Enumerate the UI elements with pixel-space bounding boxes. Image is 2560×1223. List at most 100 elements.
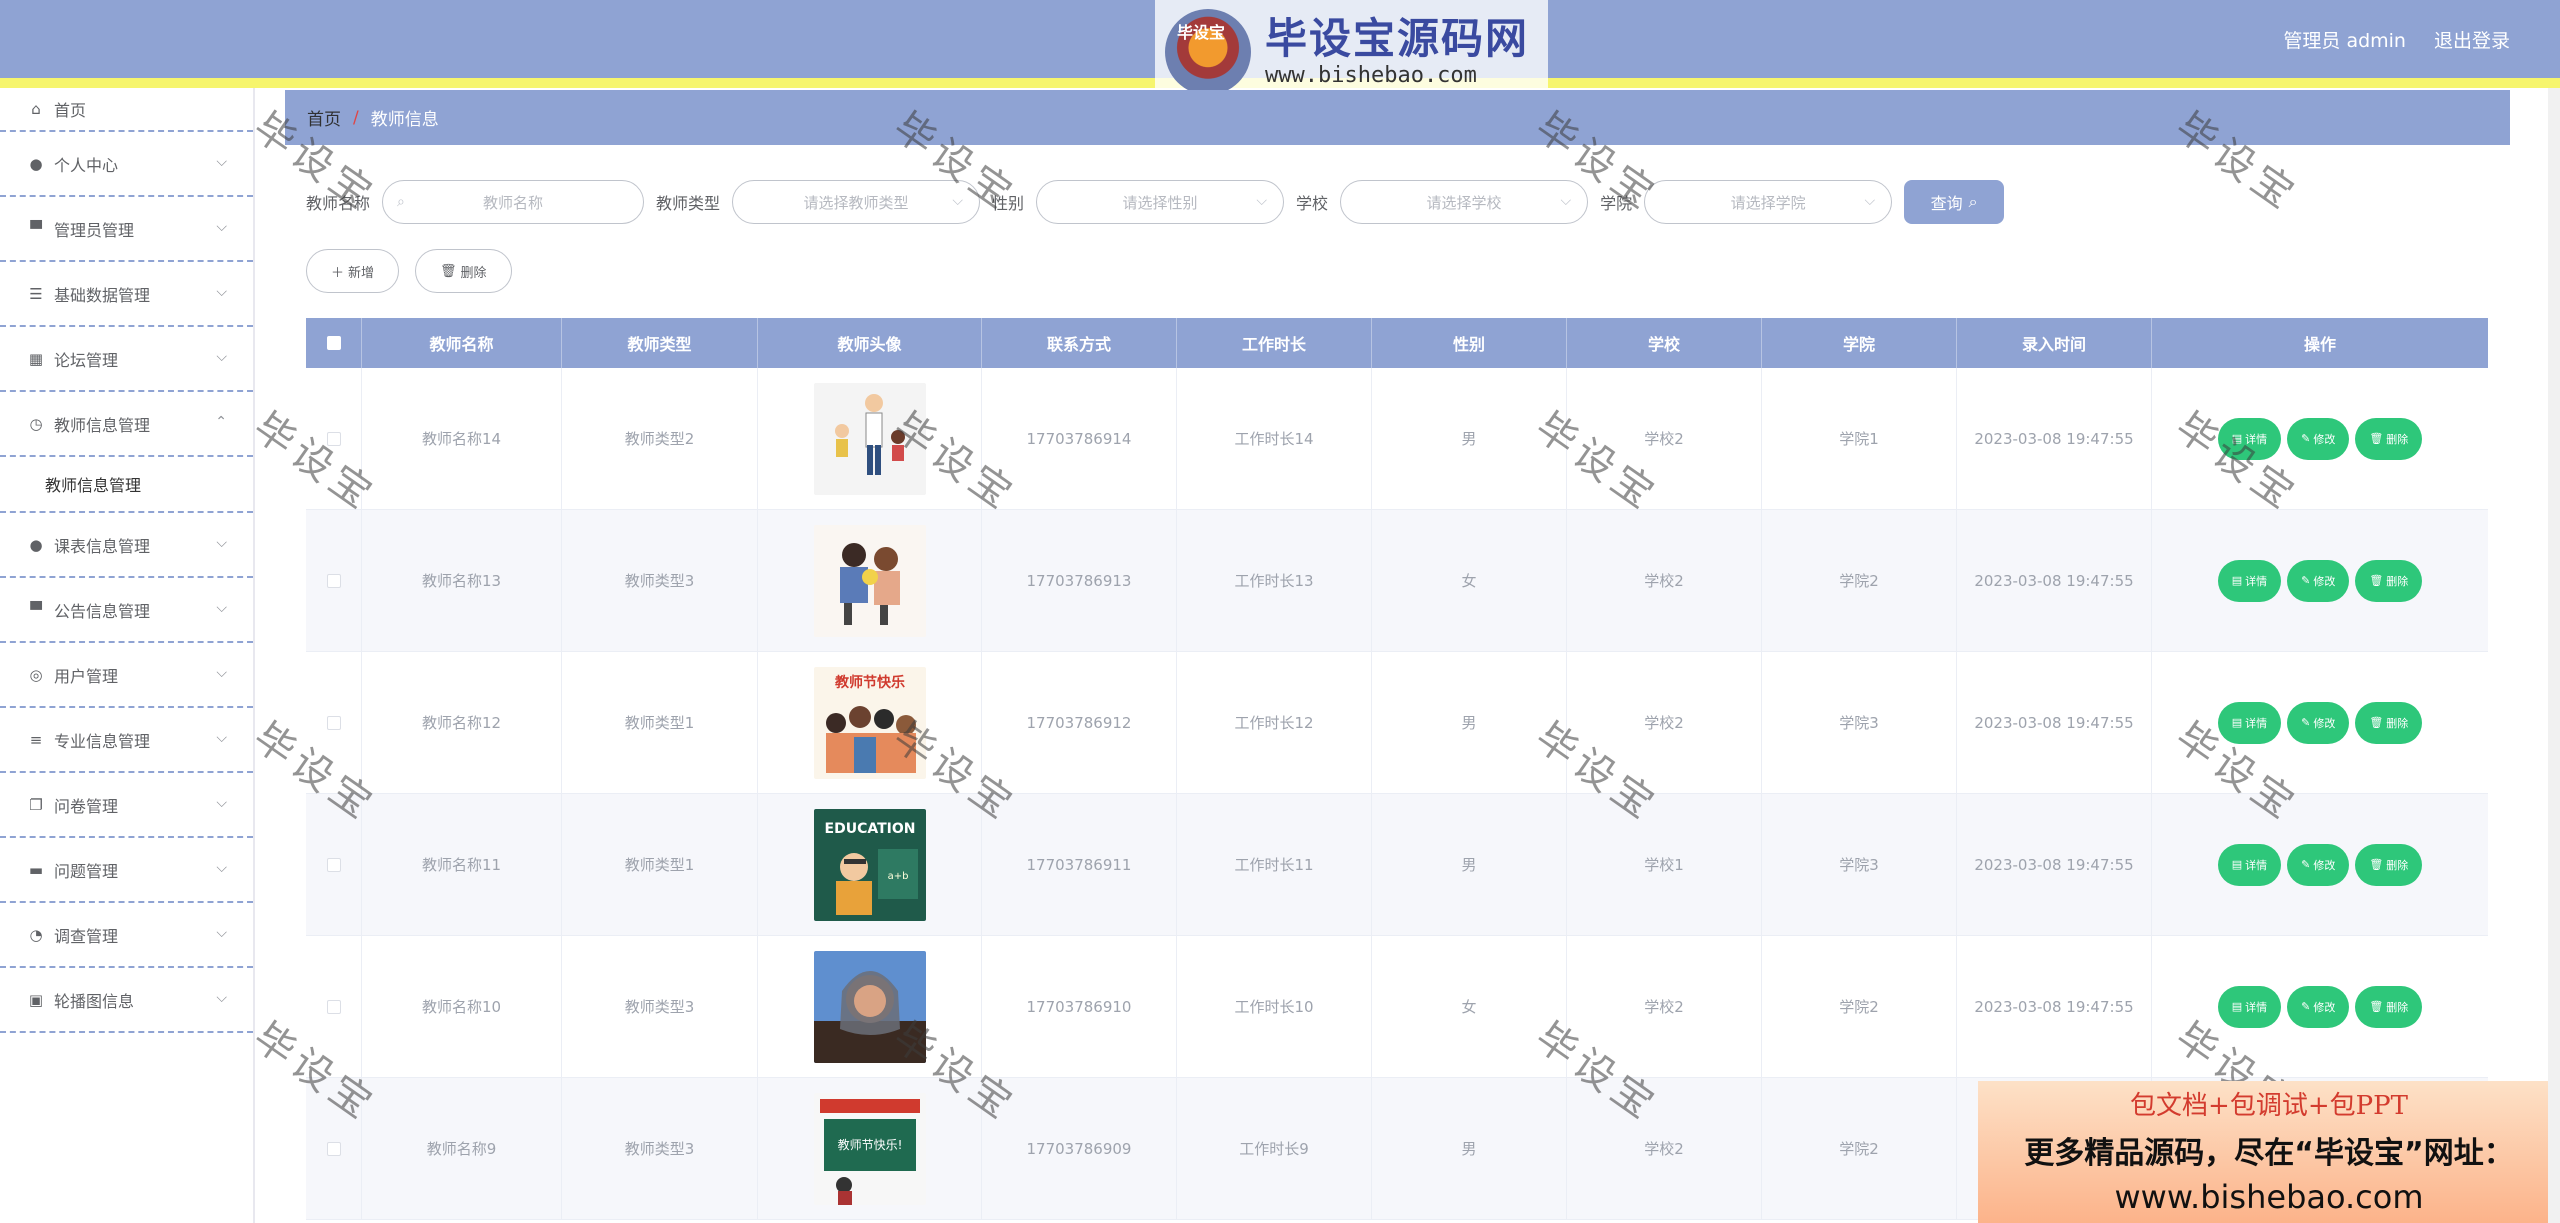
breadcrumb-home[interactable]: 首页 <box>307 105 341 130</box>
row-checkbox[interactable] <box>326 431 341 446</box>
chevron-down-icon: ⌵ <box>216 219 227 235</box>
teacher-name-input[interactable]: ⌕ 教师名称 <box>382 180 645 224</box>
trash-icon: 🗑 <box>2369 1000 2384 1013</box>
teacher-type-cell-text: 教师类型1 <box>624 714 695 732</box>
time-cell-text: 2023-03-08 19:47:55 <box>1974 429 2134 448</box>
edit-button[interactable]: ✎ 修改 <box>2287 559 2350 602</box>
college-placeholder: 请选择学院 <box>1730 193 1806 212</box>
detail-button[interactable]: ▤ 详情 <box>2217 559 2282 602</box>
row-checkbox[interactable] <box>326 999 341 1014</box>
sidebar-item-major[interactable]: ≡ 专业信息管理 ⌵ <box>0 708 253 773</box>
col-header[interactable]: 学校 <box>1567 318 1762 368</box>
delete-button[interactable]: 🗑 删除 <box>2355 843 2423 886</box>
sidebar-item-teacher[interactable]: ◷ 教师信息管理 ⌃ <box>0 392 253 457</box>
sidebar-item-basic-data[interactable]: ☰ 基础数据管理 ⌵ <box>0 262 253 327</box>
teacher-type-select[interactable]: 请选择教师类型 ⌵ <box>732 180 981 224</box>
admin-user-label[interactable]: 管理员 admin <box>2283 26 2406 53</box>
edit-button[interactable]: ✎ 修改 <box>2287 701 2350 744</box>
sidebar-item-home[interactable]: ⌂ 首页 <box>0 88 253 132</box>
sidebar-item-users[interactable]: ◎ 用户管理 ⌵ <box>0 643 253 708</box>
col-header[interactable]: 录入时间 <box>1957 318 2152 368</box>
add-button[interactable]: ＋ 新增 <box>306 249 400 293</box>
duration-cell-text: 工作时长9 <box>1239 1140 1309 1158</box>
sidebar-item-survey[interactable]: ◔ 调查管理 ⌵ <box>0 903 253 968</box>
gender-select[interactable]: 请选择性别 ⌵ <box>1036 180 1285 224</box>
school-select[interactable]: 请选择学校 ⌵ <box>1340 180 1589 224</box>
teacher-type-cell: 教师类型1 <box>562 794 758 935</box>
row-checkbox[interactable] <box>326 1141 341 1156</box>
teacher-name-cell: 教师名称9 <box>362 1078 562 1219</box>
header-user-area: 管理员 admin 退出登录 <box>2283 26 2510 53</box>
row-checkbox[interactable] <box>326 573 341 588</box>
edit-button-label: 修改 <box>2313 432 2336 446</box>
detail-button[interactable]: ▤ 详情 <box>2217 985 2282 1028</box>
select-all-checkbox[interactable] <box>326 336 341 350</box>
delete-button[interactable]: 🗑 删除 <box>2355 417 2423 460</box>
teacher-type-label: 教师类型 <box>656 194 721 213</box>
query-button[interactable]: 查询 ⌕ <box>1904 180 2005 224</box>
user-icon: ● <box>29 535 43 554</box>
teacher-name-cell-text: 教师名称14 <box>421 430 502 448</box>
briefcase-icon: ▣ <box>28 990 44 1009</box>
teacher-name-cell-text: 教师名称9 <box>426 1140 497 1158</box>
detail-button[interactable]: ▤ 详情 <box>2217 701 2282 744</box>
teacher-type-cell-text: 教师类型1 <box>624 856 695 874</box>
search-icon: ⌕ <box>1968 192 1978 211</box>
edit-button-label: 修改 <box>2313 858 2336 872</box>
duration-cell: 工作时长12 <box>1177 652 1372 793</box>
sidebar-item-label: 管理员管理 <box>54 220 135 240</box>
table-row[interactable]: 教师名称12 教师类型1 教师节快乐 17703786912 工作时长12 男 学校2 学院3… <box>306 652 2488 794</box>
table-row[interactable]: 教师名称10 教师类型3 17703786910 工作时长10 女 学校2 学院2 2023-… <box>306 936 2488 1078</box>
logo-badge-text: 毕设宝 <box>1177 22 1226 42</box>
delete-button[interactable]: 🗑 删除 <box>2355 985 2423 1028</box>
sidebar-item-question[interactable]: ▬ 问题管理 ⌵ <box>0 838 253 903</box>
col-header[interactable]: 工作时长 <box>1177 318 1372 368</box>
sidebar-item-admin[interactable]: ▀ 管理员管理 ⌵ <box>0 197 253 262</box>
table-row[interactable]: 教师名称14 教师类型2 17703786914 工作时长14 男 学校2 学院1 2023-… <box>306 368 2488 510</box>
edit-button-label: 修改 <box>2313 1000 2336 1014</box>
edit-button[interactable]: ✎ 修改 <box>2287 417 2350 460</box>
phone-cell-text: 17703786912 <box>1026 713 1132 732</box>
sidebar-item-profile[interactable]: ● 个人中心 ⌵ <box>0 132 253 197</box>
operations-cell: ▤ 详情 ✎ 修改 🗑 删除 <box>2152 510 2488 651</box>
duration-cell: 工作时长10 <box>1177 936 1372 1077</box>
edit-button[interactable]: ✎ 修改 <box>2287 985 2350 1028</box>
sidebar-item-carousel[interactable]: ▣ 轮播图信息 ⌵ <box>0 968 253 1033</box>
col-header[interactable]: 教师头像 <box>758 318 982 368</box>
table-row[interactable]: 教师名称13 教师类型3 17703786913 工作时长13 女 学校2 学院2 2023-… <box>306 510 2488 652</box>
delete-button[interactable]: 🗑 删除 <box>2355 559 2423 602</box>
phone-cell: 17703786913 <box>982 510 1177 651</box>
sidebar-item-forum[interactable]: ▦ 论坛管理 ⌵ <box>0 327 253 392</box>
logout-link[interactable]: 退出登录 <box>2434 26 2510 53</box>
submenu-teacher-info[interactable]: 教师信息管理 <box>0 457 253 513</box>
detail-button[interactable]: ▤ 详情 <box>2217 843 2282 886</box>
sidebar-item-schedule[interactable]: ● 课表信息管理 ⌵ <box>0 513 253 578</box>
page-scrollbar[interactable] <box>2548 88 2560 1223</box>
duration-cell: 工作时长13 <box>1177 510 1372 651</box>
gender-cell-text: 女 <box>1461 998 1477 1016</box>
duration-cell-text: 工作时长11 <box>1234 856 1314 874</box>
col-header[interactable]: 教师名称 <box>362 318 562 368</box>
detail-button[interactable]: ▤ 详情 <box>2217 417 2282 460</box>
row-checkbox[interactable] <box>326 715 341 730</box>
operations-cell: ▤ 详情 ✎ 修改 🗑 删除 <box>2152 652 2488 793</box>
teacher-avatar <box>813 524 926 637</box>
teacher-name-cell: 教师名称13 <box>362 510 562 651</box>
sidebar-item-label: 首页 <box>54 101 87 120</box>
edit-button[interactable]: ✎ 修改 <box>2287 843 2350 886</box>
edit-icon: ✎ <box>2301 858 2311 871</box>
batch-delete-button[interactable]: 🗑 删除 <box>415 249 512 293</box>
college-cell: 学院3 <box>1762 652 1957 793</box>
home-icon: ⌂ <box>31 100 41 118</box>
row-checkbox[interactable] <box>326 857 341 872</box>
breadcrumb: 首页 / 教师信息 <box>285 90 2510 145</box>
col-header[interactable]: 性别 <box>1372 318 1567 368</box>
col-header[interactable]: 教师类型 <box>562 318 758 368</box>
college-select[interactable]: 请选择学院 ⌵ <box>1644 180 1893 224</box>
table-row[interactable]: 教师名称11 教师类型1 EDUCATION a+b 17703786911 工作时长11… <box>306 794 2488 936</box>
sidebar-item-questionnaire[interactable]: ❐ 问卷管理 ⌵ <box>0 773 253 838</box>
delete-button[interactable]: 🗑 删除 <box>2355 701 2423 744</box>
col-header[interactable]: 联系方式 <box>982 318 1177 368</box>
col-header[interactable]: 学院 <box>1762 318 1957 368</box>
sidebar-item-notice[interactable]: ▀ 公告信息管理 ⌵ <box>0 578 253 643</box>
